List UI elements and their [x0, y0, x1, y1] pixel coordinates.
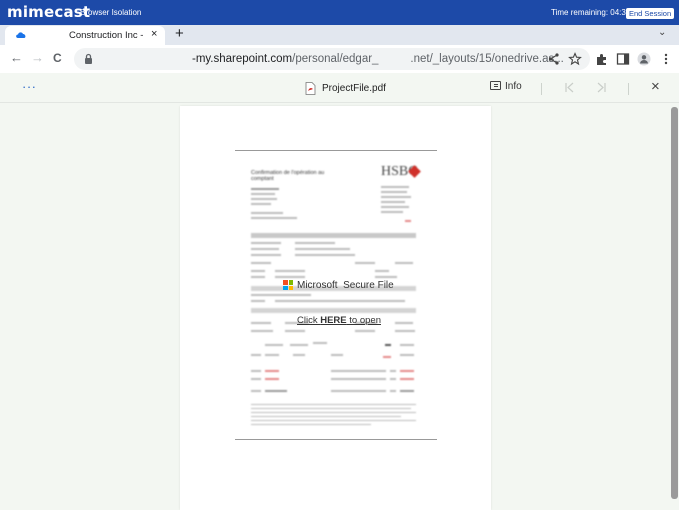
previous-page-icon[interactable]: [564, 82, 575, 93]
browser-tab[interactable]: Construction Inc - ×: [5, 26, 165, 45]
document-viewer: Confirmation de l'opération au comptant …: [0, 104, 679, 510]
pdf-file-icon: [305, 82, 316, 95]
lock-icon: [85, 53, 92, 64]
url-host: -my.sharepoint.com: [192, 53, 293, 65]
document-title: Confirmation de l'opération au comptant: [251, 170, 325, 182]
secure-file-label: Microsoft Secure File: [297, 280, 394, 291]
share-icon[interactable]: [547, 52, 561, 66]
url-path: /personal/edgar_ .net/_layouts/15/onedri…: [292, 53, 564, 65]
mimecast-subtitle: Browser Isolation: [80, 8, 142, 17]
browser-toolbar: ← → C -my.sharepoint.com/personal/edgar_…: [0, 45, 679, 73]
divider: [628, 83, 629, 95]
kebab-menu-icon[interactable]: [659, 52, 673, 66]
more-options-button[interactable]: ···: [22, 79, 37, 94]
forward-button[interactable]: →: [31, 51, 44, 65]
divider: [541, 83, 542, 95]
time-remaining: Time remaining: 04:34: [551, 8, 631, 17]
link-prefix: Click: [297, 315, 321, 326]
extensions-puzzle-icon[interactable]: [595, 52, 609, 66]
link-suffix: to open: [346, 315, 381, 326]
vertical-scrollbar[interactable]: [671, 107, 678, 499]
document-preview: Confirmation de l'opération au comptant …: [235, 150, 437, 440]
blurred-document-content: Confirmation de l'opération au comptant …: [235, 150, 437, 440]
microsoft-logo-icon: [283, 280, 293, 290]
end-session-button[interactable]: End Session: [626, 8, 675, 19]
info-button[interactable]: Info: [490, 81, 522, 92]
click-here-to-open-link[interactable]: Click HERE to open: [297, 315, 381, 326]
address-bar[interactable]: -my.sharepoint.com/personal/edgar_ .net/…: [74, 48, 590, 70]
info-panel-icon: [490, 81, 501, 90]
tab-strip: Construction Inc - × + ⌄: [0, 25, 679, 45]
star-icon[interactable]: [568, 52, 582, 66]
tab-title: Construction Inc -: [69, 30, 144, 41]
mimecast-bar: mimecast Browser Isolation Time remainin…: [0, 0, 679, 25]
tab-search-chevron-icon[interactable]: ⌄: [658, 27, 666, 38]
onedrive-cloud-icon: [16, 32, 26, 38]
profile-avatar-icon[interactable]: [637, 52, 651, 66]
side-panel-icon[interactable]: [616, 52, 630, 66]
back-button[interactable]: ←: [10, 51, 23, 65]
next-page-icon[interactable]: [596, 82, 607, 93]
file-name: ProjectFile.pdf: [322, 83, 386, 94]
new-tab-button[interactable]: +: [175, 25, 184, 42]
reload-button[interactable]: C: [53, 51, 62, 65]
pdf-page: Confirmation de l'opération au comptant …: [180, 106, 491, 510]
url-text[interactable]: -my.sharepoint.com/personal/edgar_ .net/…: [192, 53, 564, 65]
mimecast-logo: mimecast: [7, 3, 91, 21]
info-label: Info: [505, 81, 522, 92]
tab-close-icon[interactable]: ×: [151, 28, 157, 40]
link-bold: HERE: [320, 315, 347, 326]
close-viewer-button[interactable]: ×: [651, 78, 660, 95]
divider: [235, 439, 437, 440]
viewer-header: ··· ProjectFile.pdf Info ×: [0, 73, 679, 103]
